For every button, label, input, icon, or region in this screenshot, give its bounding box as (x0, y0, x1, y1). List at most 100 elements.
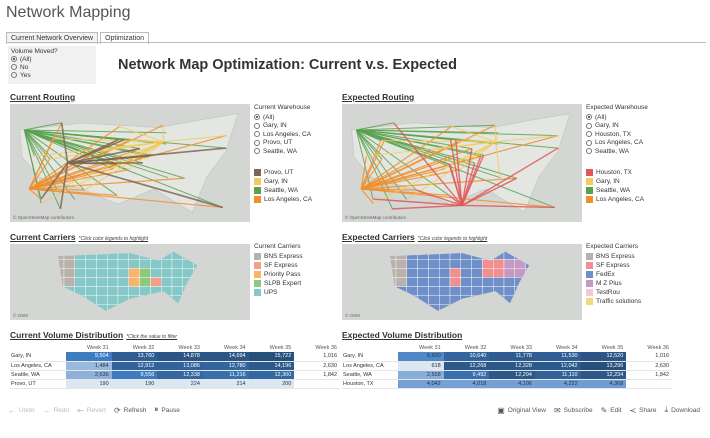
state-region[interactable] (171, 250, 184, 260)
warehouse-option-los-angeles-ca[interactable]: Los Angeles, CA (254, 130, 334, 139)
warehouse-option-all[interactable]: (All) (586, 113, 696, 122)
subscribe-button[interactable]: ✉ Subscribe (554, 406, 593, 415)
volume-cell[interactable]: 12,328 (489, 361, 535, 371)
legend-item-seattle-wa[interactable]: Seattle, WA (254, 186, 334, 195)
state-region[interactable] (406, 250, 418, 260)
radio-icon[interactable] (586, 139, 592, 146)
state-region[interactable] (106, 304, 119, 314)
state-region[interactable] (514, 268, 526, 278)
state-region[interactable] (160, 277, 173, 287)
state-region[interactable] (438, 304, 451, 314)
volume-cell[interactable]: 1,484 (66, 361, 112, 371)
state-region[interactable] (85, 304, 97, 314)
state-region[interactable] (514, 286, 526, 296)
state-region[interactable] (193, 277, 205, 287)
radio-icon[interactable] (254, 148, 260, 155)
volume-cell[interactable]: 14,196 (248, 361, 295, 371)
legend-item-provo-ut[interactable]: Provo, UT (254, 168, 334, 177)
expected-carriers-map[interactable]: © OSM (342, 244, 582, 320)
state-region[interactable] (85, 277, 97, 287)
state-region[interactable] (182, 286, 194, 296)
legend-item-sf-express[interactable]: SF Express (254, 261, 338, 270)
state-region[interactable] (428, 286, 440, 296)
state-region[interactable] (525, 286, 537, 296)
volume-cell[interactable]: 190 (66, 379, 112, 389)
state-region[interactable] (63, 250, 76, 260)
revert-button[interactable]: ⇤ Revert (77, 406, 106, 415)
state-region[interactable] (385, 277, 397, 287)
state-region[interactable] (460, 268, 472, 278)
radio-icon[interactable] (11, 64, 17, 70)
state-region[interactable] (395, 250, 408, 260)
state-region[interactable] (471, 268, 483, 278)
state-region[interactable] (428, 250, 440, 260)
state-region[interactable] (449, 286, 462, 296)
state-region[interactable] (525, 250, 537, 260)
state-region[interactable] (428, 304, 440, 314)
state-region[interactable] (449, 277, 462, 287)
state-region[interactable] (460, 295, 472, 306)
volume-cell[interactable]: 15,722 (248, 352, 295, 362)
state-region[interactable] (53, 295, 65, 306)
state-region[interactable] (106, 277, 119, 287)
state-region[interactable] (128, 277, 140, 287)
legend-item-seattle-wa[interactable]: Seattle, WA (586, 186, 696, 195)
state-region[interactable] (395, 304, 408, 314)
state-region[interactable] (525, 277, 537, 287)
state-region[interactable] (139, 304, 151, 314)
volume-cell[interactable]: 13,296 (580, 361, 627, 371)
state-region[interactable] (106, 295, 119, 306)
legend-item-m-z-plus[interactable]: M Z Plus (586, 279, 696, 288)
legend-item-los-angeles-ca[interactable]: Los Angeles, CA (586, 195, 696, 204)
state-region[interactable] (460, 250, 472, 260)
state-region[interactable] (160, 304, 173, 314)
share-button[interactable]: ≺ Share (629, 406, 656, 415)
volume-cell[interactable]: 12,520 (580, 352, 627, 362)
legend-item-sf-express[interactable]: SF Express (586, 261, 696, 270)
state-region[interactable] (193, 268, 205, 278)
state-region[interactable] (117, 268, 130, 278)
state-region[interactable] (85, 295, 97, 306)
state-region[interactable] (53, 304, 65, 314)
legend-item-bns-express[interactable]: BNS Express (586, 252, 696, 261)
state-region[interactable] (492, 295, 505, 306)
state-region[interactable] (438, 258, 451, 269)
state-region[interactable] (438, 295, 451, 306)
warehouse-option-provo-ut[interactable]: Provo, UT (254, 139, 334, 148)
state-region[interactable] (503, 268, 516, 278)
state-region[interactable] (63, 268, 76, 278)
volume-cell[interactable]: 9,556 (111, 370, 158, 380)
state-region[interactable] (74, 304, 86, 314)
state-region[interactable] (106, 258, 119, 269)
state-region[interactable] (406, 295, 418, 306)
state-region[interactable] (406, 258, 418, 269)
state-region[interactable] (395, 277, 408, 287)
state-region[interactable] (139, 277, 151, 287)
warehouse-option-gary-in[interactable]: Gary, IN (254, 122, 334, 131)
current-routing-map[interactable]: © OpenStreetMap contributors (10, 104, 250, 222)
radio-icon[interactable] (254, 114, 260, 121)
volume-cell[interactable]: 9,504 (66, 352, 112, 362)
state-region[interactable] (471, 258, 483, 269)
legend-item-fedex[interactable]: FedEx (586, 270, 696, 279)
volume-cell[interactable]: 2,558 (398, 370, 444, 380)
volume-cell[interactable]: 13,086 (157, 361, 203, 371)
state-region[interactable] (96, 295, 108, 306)
volume-cell[interactable]: 11,110 (534, 370, 581, 380)
state-region[interactable] (85, 258, 97, 269)
state-region[interactable] (492, 250, 505, 260)
state-region[interactable] (160, 258, 173, 269)
state-region[interactable] (193, 304, 205, 314)
state-region[interactable] (128, 258, 140, 269)
state-region[interactable] (417, 250, 429, 260)
state-region[interactable] (160, 295, 173, 306)
state-region[interactable] (171, 258, 184, 269)
state-region[interactable] (395, 258, 408, 269)
radio-icon[interactable] (586, 122, 592, 129)
state-region[interactable] (53, 250, 65, 260)
state-region[interactable] (63, 304, 76, 314)
radio-icon[interactable] (11, 56, 17, 62)
state-region[interactable] (171, 286, 184, 296)
state-region[interactable] (150, 258, 162, 269)
state-region[interactable] (182, 277, 194, 287)
